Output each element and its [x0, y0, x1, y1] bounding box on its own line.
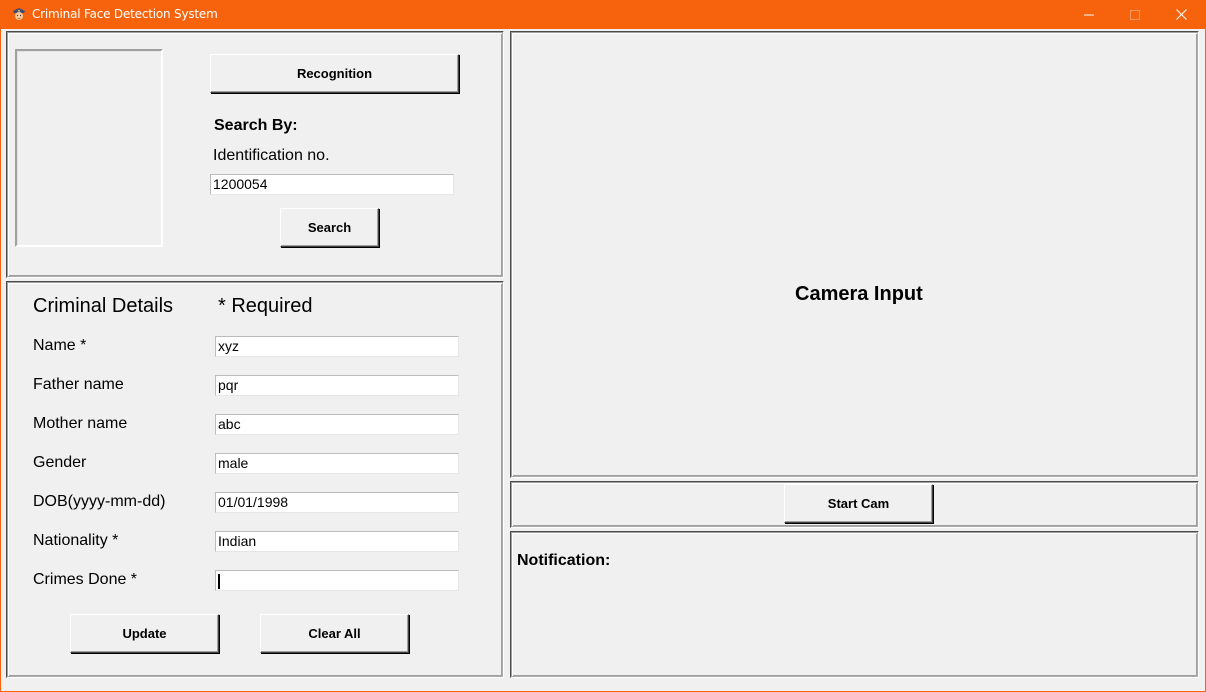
clear-all-button[interactable]: Clear All: [260, 614, 409, 653]
mother-name-input[interactable]: abc: [215, 414, 459, 435]
name-input[interactable]: xyz: [215, 336, 459, 357]
dob-label: DOB(yyyy-mm-dd): [33, 493, 166, 510]
minimize-button[interactable]: [1066, 0, 1112, 29]
start-cam-button[interactable]: Start Cam: [784, 484, 933, 523]
close-button[interactable]: [1158, 0, 1204, 29]
identification-label: Identification no.: [213, 147, 330, 164]
nationality-input[interactable]: Indian: [215, 531, 459, 552]
search-by-label: Search By:: [214, 117, 298, 134]
father-name-input[interactable]: pqr: [215, 375, 459, 396]
crimes-done-input[interactable]: [215, 570, 459, 591]
recognition-button[interactable]: Recognition: [210, 54, 459, 93]
notification-frame: [510, 531, 1199, 678]
police-app-icon: [13, 8, 25, 20]
search-button[interactable]: Search: [280, 208, 379, 247]
criminal-details-title: Criminal Details: [33, 295, 174, 317]
camera-input-label: Camera Input: [795, 283, 923, 305]
mother-name-label: Mother name: [33, 415, 128, 432]
notification-label: Notification:: [517, 552, 611, 569]
gender-input[interactable]: male: [215, 453, 459, 474]
identification-input[interactable]: 1200054: [210, 174, 454, 195]
close-icon: [1175, 9, 1187, 20]
minimize-icon: [1084, 14, 1094, 15]
gender-label: Gender: [33, 454, 87, 471]
father-name-label: Father name: [33, 376, 124, 393]
criminal-photo-placeholder: [15, 49, 163, 247]
title-bar[interactable]: Criminal Face Detection System: [1, 0, 1206, 29]
crimes-done-label: Crimes Done *: [33, 571, 138, 588]
update-button[interactable]: Update: [70, 614, 219, 653]
maximize-button[interactable]: [1112, 0, 1158, 29]
maximize-icon: [1130, 9, 1140, 20]
name-label: Name *: [33, 337, 87, 354]
camera-frame: [510, 31, 1199, 478]
required-note: * Required: [218, 295, 313, 317]
dob-input[interactable]: 01/01/1998: [215, 492, 459, 513]
window-title: Criminal Face Detection System: [32, 7, 218, 21]
text-cursor: [218, 573, 220, 589]
nationality-label: Nationality *: [33, 532, 119, 549]
app-window: Criminal Face Detection System Recogniti…: [0, 0, 1206, 692]
